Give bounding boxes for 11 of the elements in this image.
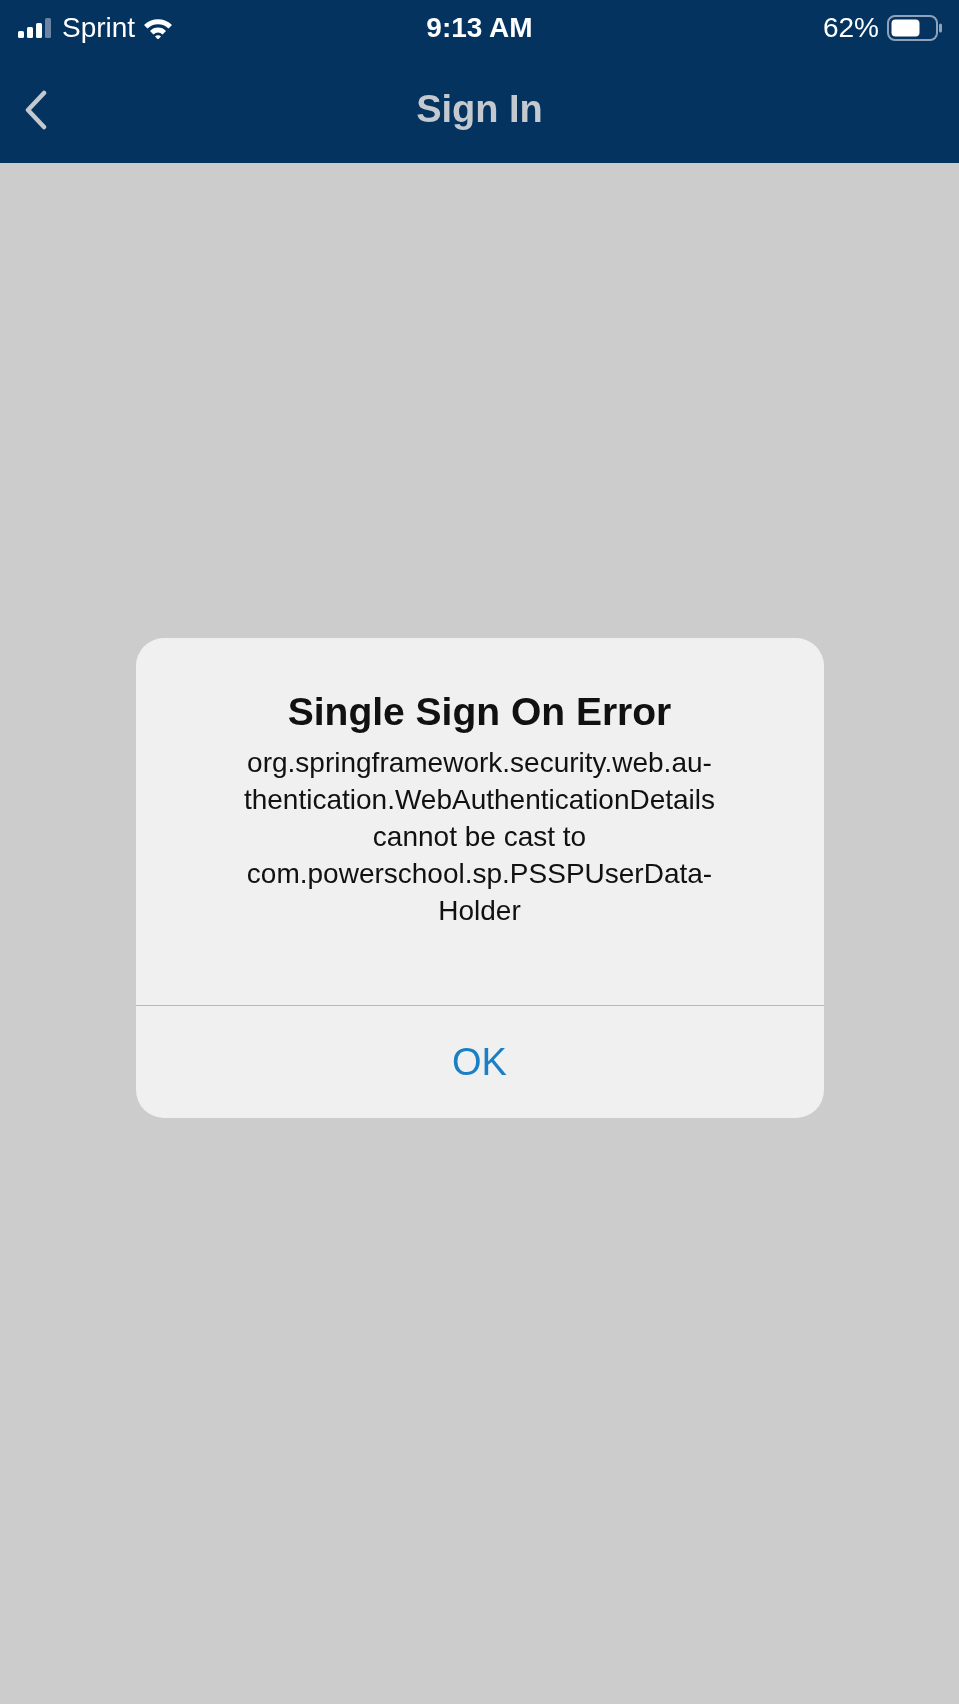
chevron-left-icon — [24, 89, 48, 130]
clock-time: 9:13 AM — [426, 12, 533, 44]
wifi-icon — [143, 17, 174, 39]
alert-message: org.springframework.security.web.au- thentication.WebAuthenticationDetails cannot be cast to com.powerschool.sp.PSSPUserData- Holder — [243, 746, 716, 928]
screen-title: Sign In — [416, 88, 543, 131]
battery-percent: 62% — [822, 12, 879, 44]
ok-button[interactable]: OK — [135, 1006, 824, 1118]
signal-icon — [18, 18, 54, 38]
alert-title: Single Sign On Error — [287, 690, 672, 734]
battery-icon — [887, 15, 943, 41]
carrier-name: Sprint — [62, 12, 136, 44]
